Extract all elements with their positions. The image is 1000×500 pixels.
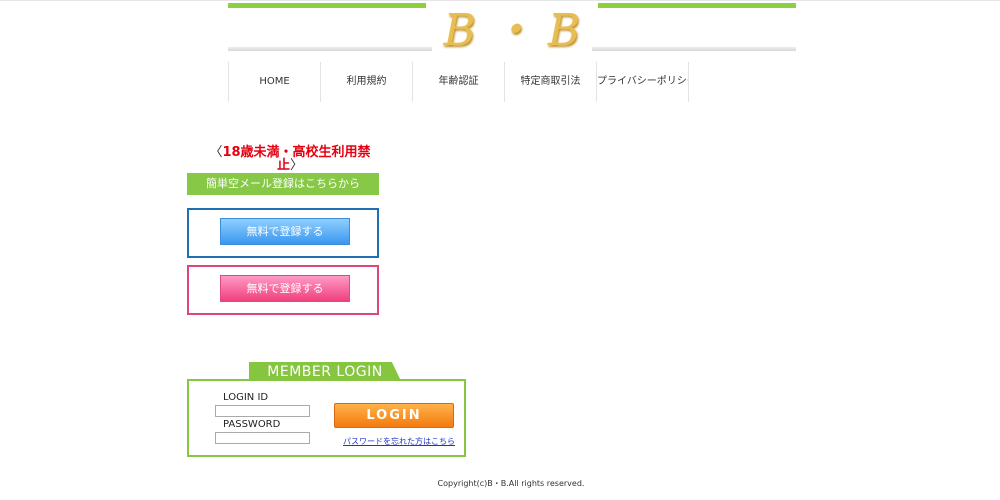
- forgot-password-link[interactable]: パスワードを忘れた方はこちら: [343, 436, 455, 447]
- login-id-label: LOGIN ID: [223, 392, 269, 403]
- site-logo[interactable]: B ・ B: [432, 3, 592, 58]
- register-box-pink: 無料で登録する: [187, 265, 379, 315]
- login-panel: LOGIN ID PASSWORD LOGIN パスワードを忘れた方はこちら: [187, 379, 466, 457]
- nav-item-privacy-policy[interactable]: プライバシーポリシー: [596, 62, 689, 102]
- login-id-input[interactable]: [215, 405, 310, 417]
- warning-open-bracket: 〈: [209, 145, 223, 160]
- nav-item-age-verification[interactable]: 年齢認証: [412, 62, 504, 102]
- age-warning: 〈18歳未満・高校生利用禁止〉: [200, 146, 380, 172]
- password-input[interactable]: [215, 432, 310, 444]
- header-green-bar-left: [228, 3, 426, 8]
- nav-item-terms[interactable]: 利用規約: [320, 62, 412, 102]
- header-gray-line-right: [592, 47, 796, 51]
- site-header: B ・ B: [228, 3, 796, 58]
- header-green-bar-right: [598, 3, 796, 8]
- main-nav: HOME 利用規約 年齢認証 特定商取引法 プライバシーポリシー: [228, 62, 689, 102]
- footer-copyright: Copyright(c)B・B.All rights reserved.: [437, 479, 585, 488]
- register-box-blue: 無料で登録する: [187, 208, 379, 258]
- free-register-button-blue[interactable]: 無料で登録する: [220, 218, 350, 245]
- warning-close-bracket: 〉: [290, 158, 304, 173]
- top-divider: [0, 0, 1000, 1]
- free-register-button-pink[interactable]: 無料で登録する: [220, 275, 350, 302]
- password-label: PASSWORD: [223, 419, 281, 430]
- login-button[interactable]: LOGIN: [334, 403, 454, 428]
- register-banner: 簡単空メール登録はこちらから: [187, 173, 379, 195]
- nav-item-home[interactable]: HOME: [228, 62, 320, 102]
- header-gray-line-left: [228, 47, 432, 51]
- nav-item-commercial-law[interactable]: 特定商取引法: [504, 62, 596, 102]
